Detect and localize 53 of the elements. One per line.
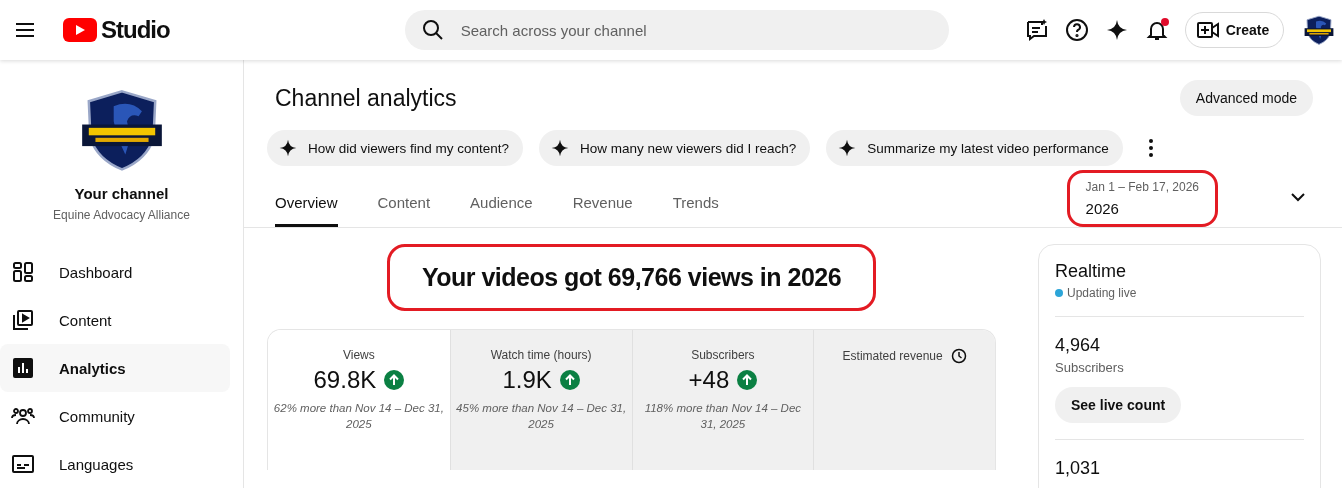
clock-icon: [950, 348, 967, 364]
see-live-count-button[interactable]: See live count: [1055, 387, 1182, 423]
metric-tab[interactable]: Watch time (hours) 1.9K 45% more than Nov 14 – Dec 31, 2025: [449, 330, 632, 470]
search-icon: [420, 18, 445, 42]
sidebar-item[interactable]: Dashboard: [0, 248, 230, 296]
metric-label: Views: [342, 348, 375, 362]
tab[interactable]: Revenue: [572, 194, 633, 227]
metric-value: 69.8K: [313, 366, 377, 394]
metric-value: +48: [688, 366, 730, 394]
feedback-icon[interactable]: [1024, 18, 1049, 42]
sidebar-item[interactable]: Community: [0, 392, 230, 440]
video-library-icon: [11, 308, 35, 332]
headline: Your videos got 69,766 views in 2026: [421, 263, 842, 291]
suggestion-chip[interactable]: How did viewers find my content?: [267, 130, 524, 166]
tab[interactable]: Content: [377, 194, 431, 227]
live-status: Updating live: [1067, 286, 1137, 300]
sidebar-item[interactable]: Analytics: [0, 344, 230, 392]
card-title: Realtime: [1055, 261, 1128, 282]
channel-title: Your channel: [74, 185, 169, 202]
metric-value: 1.9K: [502, 366, 552, 394]
stat-label: Subscribers: [1055, 360, 1124, 375]
tab[interactable]: Trends: [672, 194, 719, 227]
metric-label: Subscribers: [691, 348, 755, 362]
metric-comparison: 118% more than Nov 14 – Dec 31, 2025: [643, 401, 803, 432]
live-dot-icon: [1055, 289, 1063, 297]
tab[interactable]: Audience: [470, 194, 533, 227]
sidebar-item[interactable]: Content: [0, 296, 230, 344]
search-field[interactable]: Search across your channel: [404, 10, 949, 50]
metric-tab[interactable]: Estimated revenue: [813, 330, 995, 470]
play-logo-icon: [63, 18, 97, 42]
create-button[interactable]: Create: [1184, 12, 1285, 48]
stat-value: 1,031: [1055, 458, 1101, 479]
stat-value: 4,964: [1055, 335, 1101, 356]
date-range-picker[interactable]: Jan 1 – Feb 17, 2026 2026: [1085, 180, 1199, 217]
subtitles-icon: [11, 452, 35, 476]
metric-comparison: 62% more than Nov 14 – Dec 31, 2025: [272, 401, 445, 432]
suggestion-chip[interactable]: How many new viewers did I reach?: [539, 130, 811, 166]
suggestion-chip[interactable]: Summarize my latest video performance: [826, 130, 1123, 166]
bar-chart-icon: [11, 356, 35, 380]
channel-name: Equine Advocacy Alliance: [53, 208, 190, 222]
tab[interactable]: Overview: [275, 194, 338, 227]
dashboard-icon: [11, 260, 35, 284]
metric-label: Watch time (hours): [490, 348, 592, 362]
sidebar-item[interactable]: Languages: [0, 440, 230, 488]
notifications-icon[interactable]: [1144, 18, 1169, 42]
avatar-icon[interactable]: [1304, 15, 1335, 45]
metric-tab[interactable]: Subscribers +48 118% more than Nov 14 – Dec 31, 2025: [631, 330, 814, 470]
logo-text[interactable]: Studio: [101, 16, 170, 44]
page-title: Channel analytics: [275, 84, 457, 112]
help-icon[interactable]: [1064, 18, 1089, 42]
advanced-mode-button[interactable]: Advanced mode: [1179, 80, 1313, 116]
metric-label: Estimated revenue: [842, 349, 943, 363]
metric-comparison: 45% more than Nov 14 – Dec 31, 2025: [455, 401, 628, 432]
